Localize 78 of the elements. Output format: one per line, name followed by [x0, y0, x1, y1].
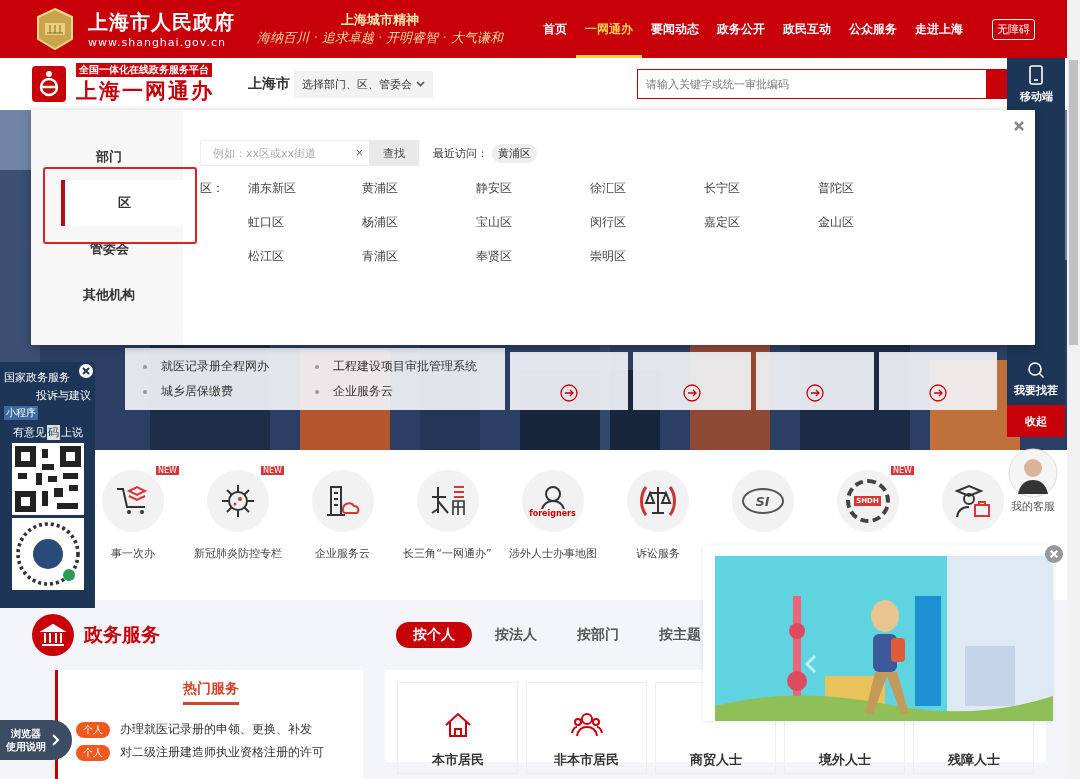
district-link[interactable]: 金山区 [818, 214, 932, 231]
audience-tab[interactable]: 按主题 [642, 622, 718, 648]
service-label[interactable]: 企业服务云 [315, 546, 370, 561]
quick-link[interactable]: 城乡居保缴费 [143, 383, 233, 400]
si-logo: SI [741, 488, 784, 514]
hot-services-title: 热门服务 [182, 680, 239, 705]
motto-text: 海纳百川 · 追求卓越 · 开明睿智 · 大气谦和 [257, 29, 503, 47]
service-label[interactable]: 涉外人士办事地图 [508, 546, 597, 561]
ad-title: 投诉与建议 [36, 388, 91, 403]
district-link[interactable]: 宝山区 [476, 214, 590, 231]
nav-link[interactable]: 走进上海 [906, 0, 972, 58]
region-select[interactable]: 选择部门、区、管委会 [294, 70, 433, 98]
audience-tab[interactable]: 按个人 [396, 622, 472, 648]
district-link[interactable]: 虹口区 [248, 214, 362, 231]
nav-link[interactable]: 首页 [534, 0, 576, 58]
browser-guide-tab[interactable]: 浏览器 使用说明 [0, 720, 72, 760]
quick-link[interactable]: 企业服务云 [315, 383, 393, 400]
nav-link[interactable]: 政务公开 [708, 0, 774, 58]
new-badge: NEW [891, 466, 914, 475]
district-link[interactable]: 静安区 [476, 180, 590, 197]
recent-label: 最近访问： [433, 145, 488, 161]
district-link[interactable]: 奉贤区 [476, 248, 590, 265]
platform-name: 上海一网通办 [76, 78, 215, 105]
nav-link[interactable]: 要闻动态 [642, 0, 708, 58]
service-label[interactable]: 事一次办 [110, 546, 155, 561]
category-tag: 个人 [76, 744, 110, 761]
district-link[interactable]: 杨浦区 [362, 214, 476, 231]
ad-slogan: 有意见 码 上说 [12, 425, 83, 440]
toolbar-item[interactable]: 我要找茬 [1007, 353, 1065, 405]
search-field[interactable]: 请输入关键字或统一审批编码 [637, 69, 987, 99]
nav-link[interactable]: 公众服务 [840, 0, 906, 58]
resident-card[interactable]: 本市居民 [397, 682, 518, 774]
ad-tag: 小程序 [4, 406, 38, 420]
toolbar-item[interactable]: 移动端 [1007, 58, 1065, 110]
district-link[interactable]: 长宁区 [704, 180, 818, 197]
district-link[interactable]: 闵行区 [590, 214, 704, 231]
district-link[interactable]: 青浦区 [362, 248, 476, 265]
region-tab[interactable]: 其他机构 [31, 272, 183, 318]
new-badge: NEW [156, 466, 179, 475]
group-label: 区： [200, 180, 225, 197]
recent-tag[interactable]: 黄浦区 [492, 143, 537, 163]
hot-service-link[interactable]: 对二级注册建造师执业资格注册的许可 [120, 744, 324, 761]
service-icon-circle[interactable]: SI [731, 470, 794, 532]
district-link[interactable]: 普陀区 [818, 180, 932, 197]
support-label[interactable]: 我的客服 [1008, 498, 1058, 515]
service-label[interactable]: 新冠肺炎防控专栏 [193, 546, 282, 561]
quick-link[interactable]: 工程建设项目审批管理系统 [315, 358, 477, 375]
platform-tag: 全国一体化在线政务服务平台 [76, 63, 212, 77]
motto-title: 上海城市精神 [341, 11, 419, 29]
resident-card[interactable]: 非本市居民 [526, 682, 647, 774]
new-badge: NEW [261, 466, 284, 475]
find-button[interactable]: 查找 [369, 140, 419, 166]
service-label[interactable]: 长三角“一网通办” [403, 546, 492, 561]
site-url: www.shanghai.gov.cn [88, 36, 228, 49]
audience-tab[interactable]: 按部门 [560, 622, 636, 648]
category-tag: 个人 [76, 721, 110, 738]
district-link[interactable]: 徐汇区 [590, 180, 704, 197]
service-label[interactable]: 诉讼服务 [635, 546, 680, 561]
section-title: 政务服务 [84, 622, 161, 647]
district-link[interactable]: 崇明区 [590, 248, 704, 265]
site-title: 上海市人民政府 [88, 9, 235, 36]
foreigners-logo: foreigners [529, 484, 576, 518]
audience-tab[interactable]: 按法人 [478, 622, 554, 648]
region-tab[interactable]: 部门 [31, 134, 183, 180]
quick-link[interactable]: 就医记录册全程网办 [143, 358, 269, 375]
district-link[interactable]: 松江区 [248, 248, 362, 265]
district-link[interactable]: 浦东新区 [248, 180, 362, 197]
region-tab[interactable]: 区 [61, 180, 183, 226]
nav-link[interactable]: 政民互动 [774, 0, 840, 58]
clear-button[interactable]: × [356, 146, 363, 160]
district-link[interactable]: 黄浦区 [362, 180, 476, 197]
toolbar-item[interactable]: 收起 [1007, 405, 1065, 437]
accessibility-button[interactable]: 无障碍 [992, 18, 1035, 40]
ad-org: 国家政务服务 [4, 370, 70, 385]
service-icon-circle[interactable]: foreigners [521, 470, 584, 532]
district-link[interactable]: 嘉定区 [704, 214, 818, 231]
city-label: 上海市 [248, 75, 290, 93]
hot-service-link[interactable]: 办理就医记录册的申领、更换、补发 [120, 721, 312, 738]
